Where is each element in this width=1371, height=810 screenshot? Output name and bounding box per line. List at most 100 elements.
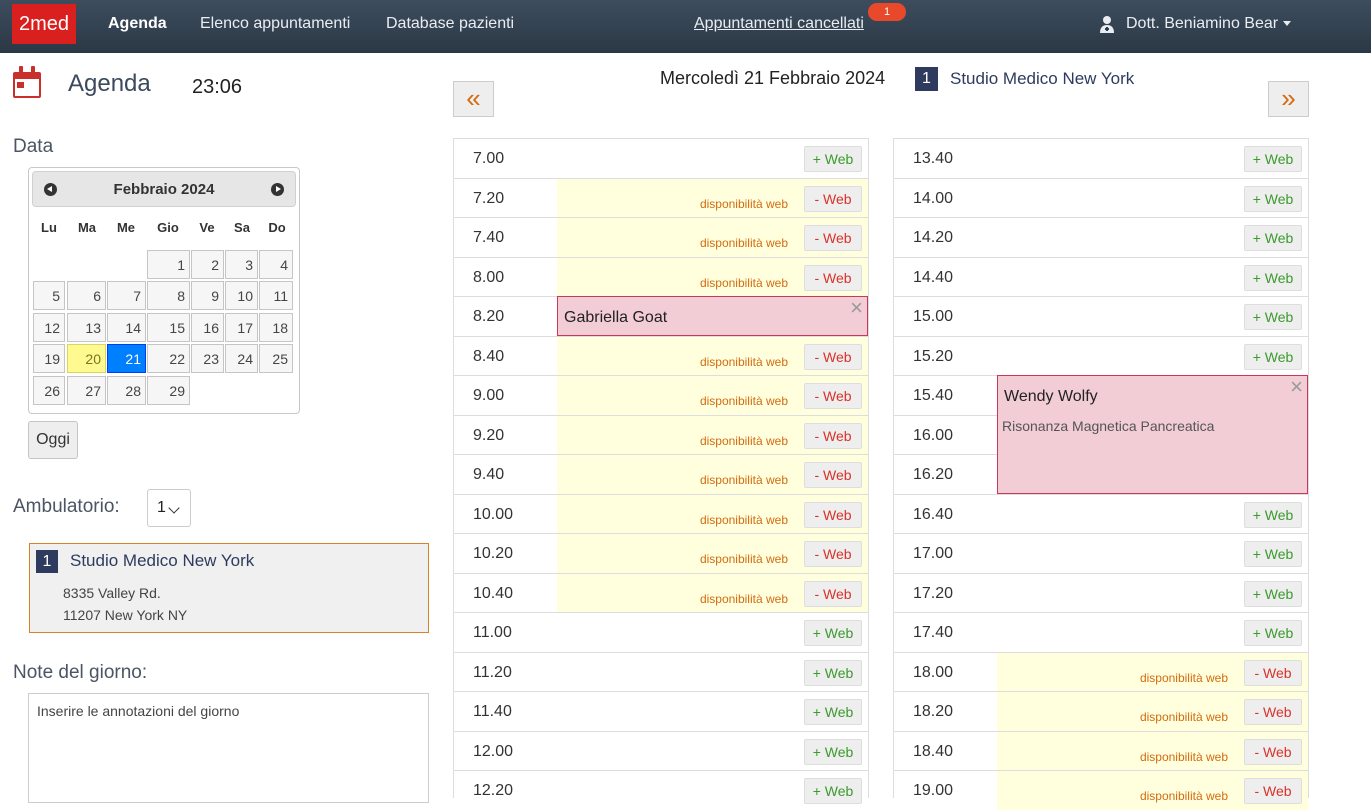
slot-time: 18.40: [913, 742, 954, 760]
close-icon[interactable]: ×: [850, 297, 863, 319]
time-slot: 17.20 + Web: [894, 572, 1308, 613]
remove-web-button[interactable]: - Web: [1244, 659, 1302, 686]
cancellati-count-badge: 1: [868, 3, 906, 21]
add-web-button[interactable]: + Web: [1244, 620, 1302, 646]
nav-appuntamenti-cancellati[interactable]: Appuntamenti cancellati: [694, 0, 864, 48]
slot-time: 18.00: [913, 663, 954, 681]
calendar-day-5[interactable]: 5: [33, 281, 65, 310]
slot-time: 9.00: [473, 387, 505, 404]
slot-time: 9.20: [473, 426, 505, 444]
web-availability-label: disponibilità web: [699, 473, 788, 487]
add-web-button[interactable]: + Web: [804, 738, 862, 765]
nav-database-pazienti[interactable]: Database pazienti: [386, 0, 514, 48]
ambulatorio-select[interactable]: 1: [147, 489, 191, 527]
remove-web-button[interactable]: - Web: [804, 462, 862, 488]
calendar-day-13[interactable]: 13: [67, 313, 106, 342]
add-web-button[interactable]: + Web: [1244, 225, 1302, 251]
top-navbar: 2med Agenda Elenco appuntamenti Database…: [0, 0, 1371, 53]
remove-web-button[interactable]: - Web: [1244, 738, 1302, 765]
calendar-day-1[interactable]: 1: [147, 250, 190, 279]
calendar-day-12[interactable]: 12: [33, 313, 65, 342]
calendar-day-19[interactable]: 19: [33, 344, 65, 373]
time-slot: 11.20 + Web: [454, 651, 868, 692]
weekday: Gio: [157, 220, 179, 235]
calendar-day-3[interactable]: 3: [225, 250, 258, 279]
web-availability-label: disponibilità web: [699, 552, 788, 566]
add-web-button[interactable]: + Web: [804, 778, 862, 804]
notes-textarea[interactable]: Inserire le annotazioni del giorno: [28, 693, 429, 803]
user-menu-dropdown[interactable]: Dott. Beniamino Bear: [1126, 0, 1292, 48]
time-slot: 7.00 + Web: [454, 138, 868, 178]
close-icon[interactable]: ×: [1290, 376, 1303, 398]
remove-web-button[interactable]: - Web: [804, 185, 862, 212]
add-web-button[interactable]: + Web: [804, 659, 862, 686]
add-web-button[interactable]: + Web: [1244, 343, 1302, 370]
time-slot: 16.40 + Web: [894, 493, 1308, 534]
time-slot: 14.00 + Web: [894, 177, 1308, 218]
remove-web-button[interactable]: - Web: [1244, 778, 1302, 804]
nav-agenda[interactable]: Agenda: [108, 0, 167, 48]
appointment-block[interactable]: Gabriella Goat ×: [557, 296, 868, 336]
add-web-button[interactable]: + Web: [804, 620, 862, 646]
appointment-block[interactable]: Wendy Wolfy × Risonanza Magnetica Pancreat…: [997, 375, 1308, 494]
calendar-day-26[interactable]: 26: [33, 376, 65, 405]
time-slot: 15.00 + Web: [894, 296, 1308, 336]
calendar-day-22[interactable]: 22: [147, 344, 190, 373]
calendar-day-18[interactable]: 18: [259, 313, 293, 342]
remove-web-button[interactable]: - Web: [804, 580, 862, 607]
brand-logo[interactable]: 2med: [12, 4, 76, 44]
time-slot: 17.40 + Web: [894, 612, 1308, 652]
slot-time: 8.00: [473, 268, 505, 286]
user-name: Dott. Beniamino Bear: [1126, 15, 1279, 32]
add-web-button[interactable]: + Web: [1244, 304, 1302, 330]
remove-web-button[interactable]: - Web: [804, 225, 862, 251]
slot-time: 17.40: [913, 624, 954, 641]
add-web-button[interactable]: + Web: [1244, 146, 1302, 172]
calendar-day-6[interactable]: 6: [67, 281, 106, 310]
remove-web-button[interactable]: - Web: [804, 383, 862, 409]
time-slot: 11.40 + Web: [454, 691, 868, 731]
remove-web-button[interactable]: - Web: [804, 541, 862, 567]
calendar-day-7[interactable]: 7: [107, 281, 146, 310]
remove-web-button[interactable]: - Web: [804, 343, 862, 370]
calendar-day-16[interactable]: 16: [191, 313, 224, 342]
add-web-button[interactable]: + Web: [1244, 580, 1302, 607]
remove-web-button[interactable]: - Web: [804, 501, 862, 528]
nav-elenco-appuntamenti[interactable]: Elenco appuntamenti: [200, 0, 350, 48]
calendar-day-10[interactable]: 10: [225, 281, 258, 310]
calendar-day-29[interactable]: 29: [147, 376, 190, 405]
next-day-button[interactable]: »: [1268, 81, 1309, 117]
add-web-button[interactable]: + Web: [1244, 501, 1302, 528]
slot-time: 15.00: [913, 308, 954, 325]
remove-web-button[interactable]: - Web: [804, 264, 862, 291]
add-web-button[interactable]: + Web: [804, 146, 862, 172]
calendar-day-9[interactable]: 9: [191, 281, 224, 310]
calendar-day-17[interactable]: 17: [225, 313, 258, 342]
remove-web-button[interactable]: - Web: [804, 422, 862, 449]
add-web-button[interactable]: + Web: [1244, 264, 1302, 291]
calendar-day-24[interactable]: 24: [225, 344, 258, 373]
calendar-day-20[interactable]: 20: [67, 344, 106, 373]
next-month-icon[interactable]: [271, 183, 284, 196]
prev-day-button[interactable]: «: [453, 81, 494, 117]
calendar-day-15[interactable]: 15: [147, 313, 190, 342]
datepicker-header: Febbraio 2024: [32, 171, 296, 207]
slot-time: 19.00: [913, 782, 954, 799]
calendar-day-8[interactable]: 8: [147, 281, 190, 310]
calendar-day-23[interactable]: 23: [191, 344, 224, 373]
calendar-day-28[interactable]: 28: [107, 376, 146, 405]
today-button[interactable]: Oggi: [28, 421, 78, 459]
time-slot: 17.00 + Web: [894, 533, 1308, 573]
calendar-day-14[interactable]: 14: [107, 313, 146, 342]
calendar-day-21[interactable]: 21: [107, 344, 146, 373]
add-web-button[interactable]: + Web: [1244, 541, 1302, 567]
calendar-day-27[interactable]: 27: [67, 376, 106, 405]
add-web-button[interactable]: + Web: [804, 699, 862, 725]
current-date-title: Mercoledì 21 Febbraio 2024: [660, 68, 886, 88]
calendar-day-11[interactable]: 11: [259, 281, 293, 310]
calendar-day-25[interactable]: 25: [259, 344, 293, 373]
calendar-day-4[interactable]: 4: [259, 250, 293, 279]
add-web-button[interactable]: + Web: [1244, 185, 1302, 212]
remove-web-button[interactable]: - Web: [1244, 699, 1302, 725]
calendar-day-2[interactable]: 2: [191, 250, 224, 279]
